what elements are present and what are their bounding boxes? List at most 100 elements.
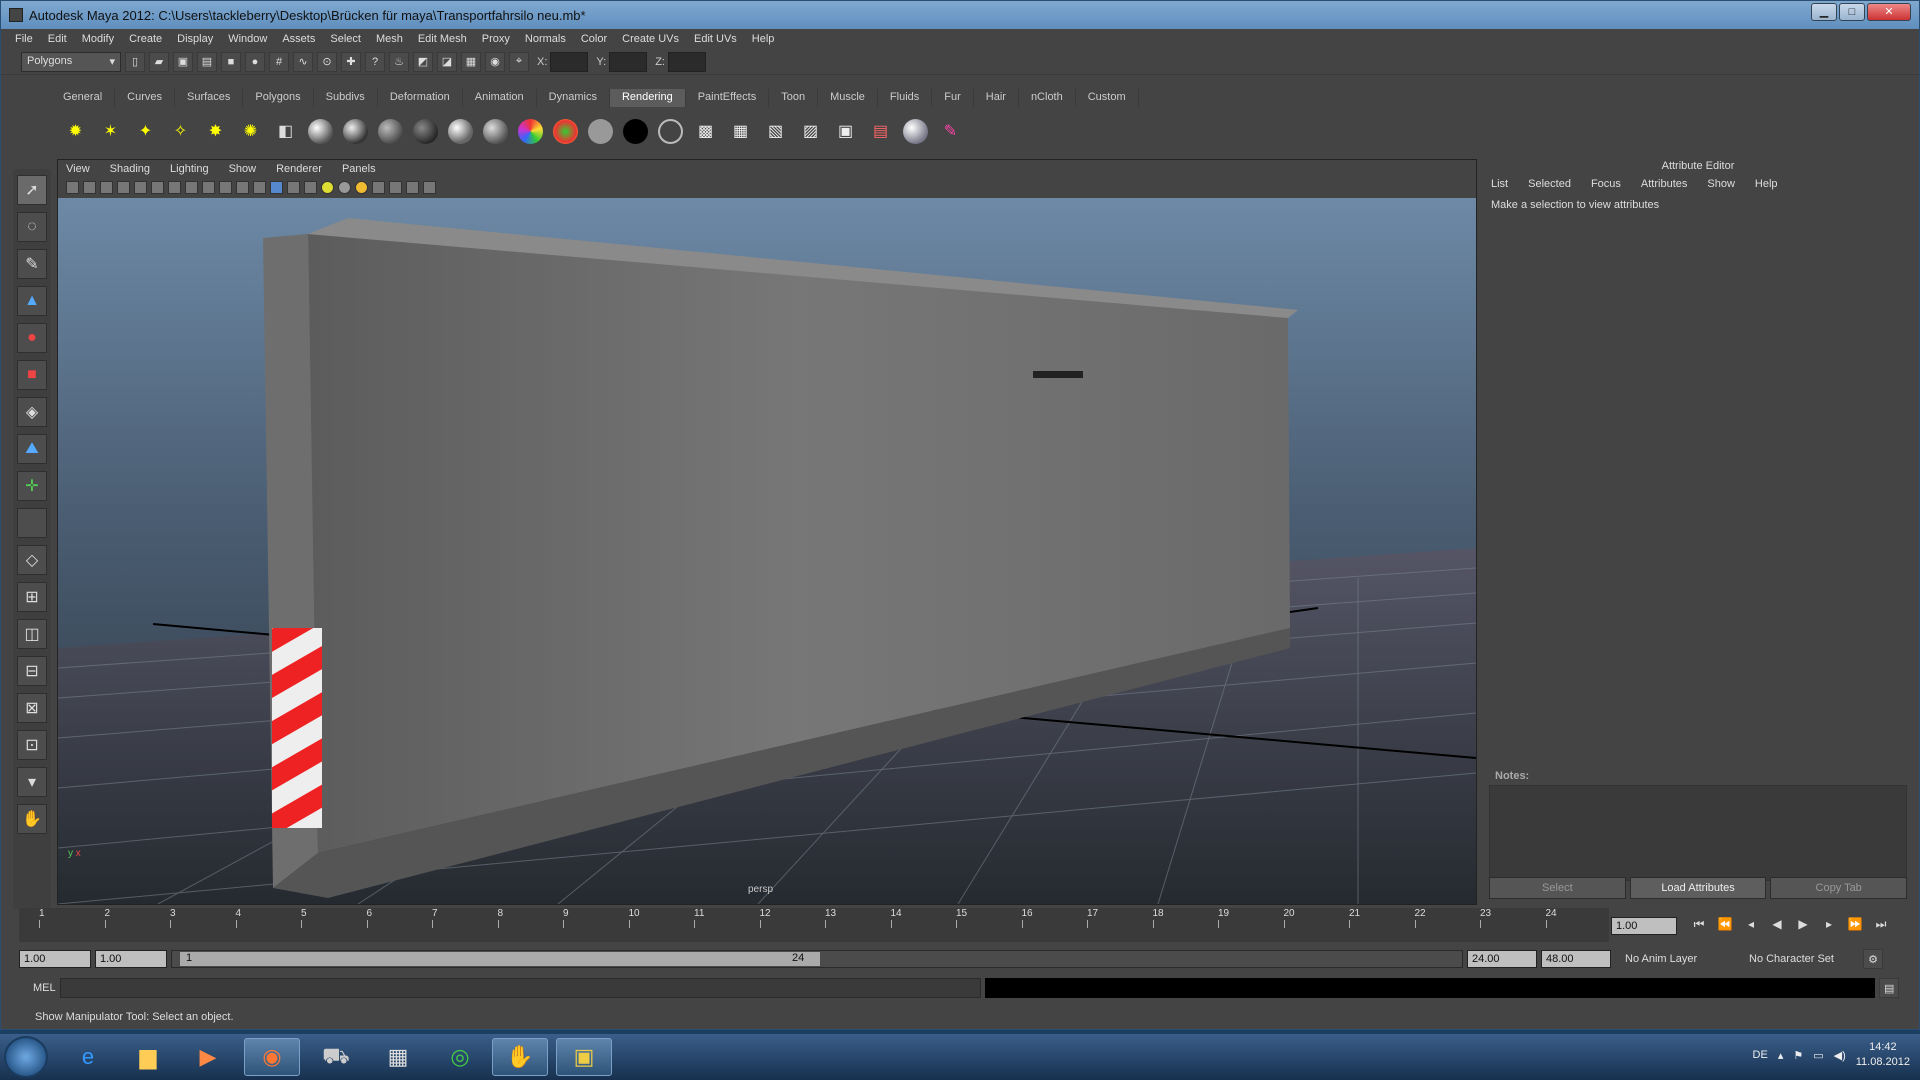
- attr-menu-list[interactable]: List: [1491, 178, 1508, 190]
- lasso-layout-icon[interactable]: ✋: [17, 804, 47, 834]
- shelf-tab-curves[interactable]: Curves: [115, 89, 175, 107]
- show-hidden-icons-icon[interactable]: ▴: [1778, 1049, 1784, 1062]
- render-current-frame-icon[interactable]: ▩: [691, 117, 720, 146]
- notes-field[interactable]: [1489, 785, 1907, 881]
- tractor-app-icon[interactable]: ⛟: [308, 1038, 364, 1076]
- shelf-tab-general[interactable]: General: [51, 89, 116, 107]
- layout-outliner-icon[interactable]: ⊡: [17, 730, 47, 760]
- menu-color[interactable]: Color: [581, 33, 607, 45]
- viewport-menu-lighting[interactable]: Lighting: [170, 163, 209, 175]
- script-editor-icon[interactable]: ▤: [1879, 978, 1899, 998]
- menu-file[interactable]: File: [15, 33, 33, 45]
- shelf-tab-muscle[interactable]: Muscle: [818, 89, 878, 107]
- start-button[interactable]: [4, 1036, 48, 1078]
- attr-menu-show[interactable]: Show: [1707, 178, 1735, 190]
- shelf-tab-subdivs[interactable]: Subdivs: [313, 89, 378, 107]
- menu-normals[interactable]: Normals: [525, 33, 566, 45]
- directional-light-icon[interactable]: ✶: [96, 117, 125, 146]
- maya-taskbar-icon[interactable]: ✋: [492, 1038, 548, 1076]
- layout-single-icon[interactable]: ◇: [17, 545, 47, 575]
- network-icon[interactable]: ▭: [1813, 1049, 1823, 1062]
- viewport-menu-shading[interactable]: Shading: [110, 163, 150, 175]
- menu-window[interactable]: Window: [228, 33, 267, 45]
- wireframe-on-shaded-icon[interactable]: [287, 180, 300, 194]
- render-view-icon[interactable]: ▨: [796, 117, 825, 146]
- paint-shader-icon[interactable]: [901, 117, 930, 146]
- select-component-icon[interactable]: ●: [245, 51, 265, 72]
- grid-toggle-icon[interactable]: [134, 180, 147, 194]
- shelf-tab-toon[interactable]: Toon: [769, 89, 819, 107]
- camera-icon[interactable]: ◧: [271, 117, 300, 146]
- select-object-icon[interactable]: ■: [221, 51, 241, 72]
- menu-create-uvs[interactable]: Create UVs: [622, 33, 679, 45]
- ambient-light-icon[interactable]: ✹: [61, 117, 90, 146]
- layout-persp-graph-icon[interactable]: ⊟: [17, 656, 47, 686]
- last-tool-icon[interactable]: [17, 508, 47, 538]
- menu-modify[interactable]: Modify: [82, 33, 114, 45]
- select-tool-icon[interactable]: ➚: [17, 175, 47, 205]
- calculator-icon[interactable]: ▦: [370, 1038, 426, 1076]
- layout-hypershade-icon[interactable]: ⊠: [17, 693, 47, 723]
- playback-start-field[interactable]: 1.00: [95, 950, 167, 968]
- farming-sim-icon[interactable]: ▣: [556, 1038, 612, 1076]
- viewport-menu-show[interactable]: Show: [229, 163, 257, 175]
- safe-title-icon[interactable]: [236, 180, 249, 194]
- lasso-tool-icon[interactable]: ◌: [17, 212, 47, 242]
- xray-icon[interactable]: [389, 180, 402, 194]
- open-scene-icon[interactable]: ▰: [149, 51, 169, 72]
- attr-menu-attributes[interactable]: Attributes: [1641, 178, 1687, 190]
- menu-edit-uvs[interactable]: Edit UVs: [694, 33, 737, 45]
- construction-history-icon[interactable]: ♨: [389, 51, 409, 72]
- field-chart-icon[interactable]: [202, 180, 215, 194]
- shelf-tab-fur[interactable]: Fur: [932, 89, 974, 107]
- ipr-icon[interactable]: ▦: [726, 117, 755, 146]
- help-icon[interactable]: ?: [365, 51, 385, 72]
- 3d-viewport[interactable]: y x persp: [57, 198, 1477, 905]
- paint-texture-icon[interactable]: ✎: [936, 117, 965, 146]
- start-time-field[interactable]: 1.00: [19, 950, 91, 968]
- shelf-tab-custom[interactable]: Custom: [1075, 89, 1139, 107]
- lights-icon[interactable]: [321, 180, 334, 194]
- spot-light-icon[interactable]: ✧: [166, 117, 195, 146]
- attr-menu-focus[interactable]: Focus: [1591, 178, 1621, 190]
- shelf-tab-ncloth[interactable]: nCloth: [1018, 89, 1076, 107]
- xray-joints-icon[interactable]: [406, 180, 419, 194]
- shelf-tab-fluids[interactable]: Fluids: [877, 89, 933, 107]
- shelf-tab-painteffects[interactable]: PaintEffects: [685, 89, 770, 107]
- y-field[interactable]: [609, 51, 648, 72]
- shelf-tab-surfaces[interactable]: Surfaces: [174, 89, 244, 107]
- command-language-label[interactable]: MEL: [19, 982, 56, 994]
- shadows-icon[interactable]: [338, 180, 351, 194]
- character-set-dropdown[interactable]: No Character Set: [1739, 953, 1859, 965]
- menu-help[interactable]: Help: [752, 33, 775, 45]
- menu-edit[interactable]: Edit: [48, 33, 67, 45]
- shader-layered-icon[interactable]: [411, 117, 440, 146]
- shader-lambert-icon[interactable]: [376, 117, 405, 146]
- snap-grid-icon[interactable]: #: [269, 51, 289, 72]
- go-to-end-icon[interactable]: ⏭: [1871, 917, 1891, 932]
- x-field[interactable]: [550, 51, 589, 72]
- copy-tab-button[interactable]: Copy Tab: [1770, 877, 1908, 899]
- end-time-field[interactable]: 48.00: [1541, 950, 1611, 968]
- smooth-shade-icon[interactable]: [270, 180, 283, 194]
- step-back-key-icon[interactable]: ⏪: [1715, 917, 1735, 932]
- file-explorer-icon[interactable]: ▆: [120, 1038, 176, 1076]
- film-gate-icon[interactable]: [151, 180, 164, 194]
- bookmark-icon[interactable]: [100, 180, 113, 194]
- isolate-select-icon[interactable]: [372, 180, 385, 194]
- shader-surface-icon[interactable]: [586, 117, 615, 146]
- scale-tool-icon[interactable]: ■: [17, 360, 47, 390]
- camera-attr-icon[interactable]: [83, 180, 96, 194]
- menu-set-dropdown[interactable]: Polygons ▾: [21, 51, 121, 72]
- z-field[interactable]: [667, 51, 706, 72]
- load-attributes-button[interactable]: Load Attributes: [1629, 877, 1767, 899]
- minimize-button[interactable]: ▁: [1811, 3, 1837, 21]
- chrome-icon[interactable]: ◎: [432, 1038, 488, 1076]
- textured-icon[interactable]: [304, 180, 317, 194]
- shelf-tab-polygons[interactable]: Polygons: [243, 89, 314, 107]
- camera-select-icon[interactable]: [66, 180, 79, 194]
- play-backwards-icon[interactable]: ◀: [1767, 917, 1787, 932]
- show-manipulator-icon[interactable]: ✛: [17, 471, 47, 501]
- soft-modification-icon[interactable]: ⛰: [17, 434, 47, 464]
- safe-action-icon[interactable]: [219, 180, 232, 194]
